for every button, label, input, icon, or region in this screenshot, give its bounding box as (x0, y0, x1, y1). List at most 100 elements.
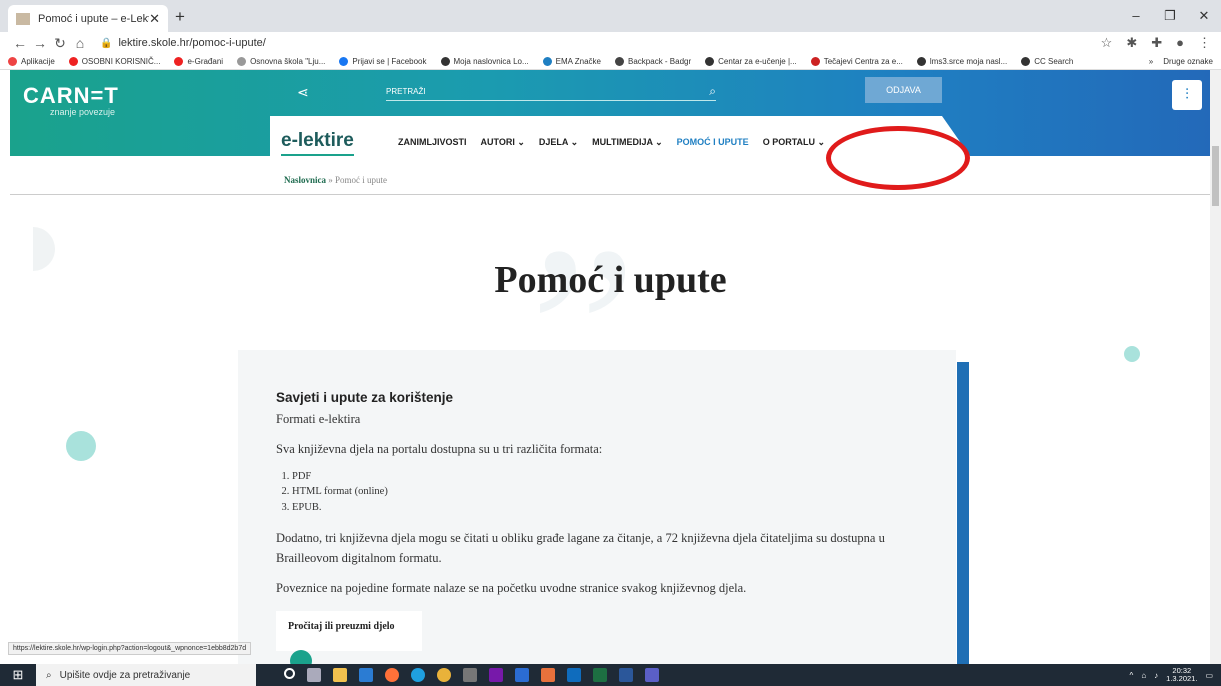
close-tab-icon[interactable]: ✕ (149, 11, 160, 27)
bookmark-item[interactable]: Osnovna škola "Lju... (237, 57, 325, 66)
logout-button[interactable]: ODJAVA (865, 77, 942, 103)
nav-multimedija[interactable]: MULTIMEDIJA ⌄ (592, 137, 663, 148)
home-icon[interactable]: ⌂ (70, 35, 90, 51)
url-field[interactable]: 🔒 lektire.skole.hr/pomoc-i-upute/ (100, 37, 266, 49)
tray-chevron-icon[interactable]: ^ (1130, 671, 1134, 680)
bookmark-label: Backpack - Badgr (628, 57, 692, 66)
bookmark-icon (68, 57, 78, 66)
onenote-icon[interactable] (489, 668, 503, 682)
bookmark-icon (8, 57, 17, 66)
bookmark-item[interactable]: Centar za e-učenje |... (705, 57, 797, 66)
breadcrumb-current: Pomoć i upute (335, 175, 388, 185)
browser-tab-bar: Pomoć i upute – e-Lektire ✕ + – ❐ ✕ (0, 0, 1221, 32)
profile-icon[interactable]: ● (1176, 35, 1184, 51)
taskbar-search-input[interactable]: ⌕ Upišite ovdje za pretraživanje (36, 664, 256, 686)
file-explorer-icon[interactable] (333, 668, 347, 682)
bookmark-item[interactable]: lms3.srce moja nasl... (916, 57, 1008, 66)
favicon-icon (16, 12, 30, 25)
puzzle-icon[interactable]: ✚ (1151, 35, 1162, 51)
bookmark-label: Tečajevi Centra za e... (823, 57, 903, 66)
bookmark-icon (810, 57, 820, 66)
reload-icon[interactable]: ↻ (50, 35, 70, 52)
breadcrumb-home[interactable]: Naslovnica (284, 175, 326, 185)
chrome-icon[interactable] (437, 668, 451, 682)
search-icon: ⌕ (46, 669, 52, 681)
accessibility-settings-icon[interactable]: ⫶ (1172, 80, 1202, 110)
firefox-icon[interactable] (385, 668, 399, 682)
bookmark-item[interactable]: e-Građani (174, 57, 223, 66)
menu-icon[interactable]: ⋮ (1198, 35, 1211, 51)
edge-icon[interactable] (411, 668, 425, 682)
bookmark-label: Osnovna škola "Lju... (250, 57, 326, 66)
e-lektire-logo[interactable]: e-lektire (281, 130, 354, 156)
bookmark-icon (705, 57, 715, 66)
nav-pomoc-i-upute[interactable]: POMOĆ I UPUTE (677, 137, 749, 148)
search-input[interactable]: PRETRAŽI ⌕ (386, 83, 716, 101)
bookmark-item[interactable]: Tečajevi Centra za e... (810, 57, 903, 66)
help-card: Savjeti i upute za korištenje Formati e-… (238, 350, 956, 666)
volume-icon[interactable]: ♪ (1154, 671, 1158, 680)
network-icon[interactable]: ⌂ (1141, 671, 1146, 680)
bookmarks-more[interactable]: » Druge oznake (1149, 57, 1213, 66)
word-icon[interactable] (619, 668, 633, 682)
bookmark-item[interactable]: Prijavi se | Facebook (339, 57, 427, 66)
list-item: EPUB. (292, 500, 926, 516)
teams-icon[interactable] (645, 668, 659, 682)
page-title: Pomoć i upute (494, 259, 727, 301)
back-icon[interactable]: ← (10, 35, 30, 51)
logo-tagline: znanje povezuje (50, 107, 116, 117)
star-icon[interactable]: ☆ (1101, 35, 1113, 51)
list-item: HTML format (online) (292, 484, 926, 500)
chevron-right-icon[interactable]: » (1149, 57, 1153, 66)
maximize-button[interactable]: ❐ (1153, 0, 1187, 32)
bookmark-label: lms3.srce moja nasl... (929, 57, 1008, 66)
windows-taskbar: ⊞ ⌕ Upišite ovdje za pretraživanje ^ ⌂ ♪ … (0, 664, 1221, 686)
taskbar-apps (284, 668, 659, 682)
cortana-icon[interactable] (284, 668, 295, 679)
other-bookmarks[interactable]: Druge oznake (1163, 57, 1213, 66)
task-view-icon[interactable] (307, 668, 321, 682)
bookmark-item[interactable]: Aplikacije (8, 57, 55, 66)
bookmark-item[interactable]: Moja naslovnica Lo... (440, 57, 529, 66)
nav-o-portalu[interactable]: O PORTALU ⌄ (763, 137, 825, 148)
highlight-circle (826, 126, 970, 190)
carnet-logo[interactable]: CARN=T (23, 83, 119, 109)
bookmark-item[interactable]: CC Search (1021, 57, 1073, 66)
minimize-button[interactable]: – (1119, 0, 1153, 32)
main-nav: ZANIMLJIVOSTI AUTORI ⌄ DJELA ⌄ MULTIMEDI… (398, 137, 825, 148)
bookmark-icon (542, 57, 552, 66)
scrollbar-thumb[interactable] (1212, 146, 1219, 206)
mail-icon[interactable] (359, 668, 373, 682)
forward-icon[interactable]: → (30, 35, 50, 51)
breadcrumb-separator: » (326, 175, 336, 185)
new-tab-button[interactable]: + (175, 7, 185, 27)
window-close-button[interactable]: ✕ (1187, 0, 1221, 32)
nav-autori[interactable]: AUTORI ⌄ (481, 137, 525, 148)
scrollbar[interactable] (1210, 70, 1221, 666)
bookmark-label: OSOBNI KORISNIČ... (81, 57, 161, 66)
card-heading: Savjeti i upute za korištenje (276, 390, 454, 405)
share-icon[interactable]: ⋖ (297, 84, 309, 101)
nav-zanimljivosti[interactable]: ZANIMLJIVOSTI (398, 137, 467, 148)
search-icon[interactable]: ⌕ (709, 84, 716, 99)
windows-start-icon[interactable]: ⊞ (0, 667, 36, 683)
tab-title: Pomoć i upute – e-Lektire (38, 12, 149, 25)
bookmark-label: e-Građani (187, 57, 224, 66)
outlook-icon[interactable] (567, 668, 581, 682)
calculator-icon[interactable] (463, 668, 477, 682)
browser-tab[interactable]: Pomoć i upute – e-Lektire ✕ (8, 5, 168, 32)
clock[interactable]: 20:32 1.3.2021. (1166, 666, 1198, 684)
app-icon[interactable] (541, 668, 555, 682)
bookmark-item[interactable]: Backpack - Badgr (615, 57, 691, 66)
card-paragraph: Dodatno, tri književna djela mogu se čit… (276, 530, 885, 565)
excel-icon[interactable] (593, 668, 607, 682)
bookmark-item[interactable]: OSOBNI KORISNIČ... (68, 57, 161, 66)
bookmark-icon (1021, 57, 1031, 66)
bookmark-label: Prijavi se | Facebook (352, 57, 427, 66)
photos-icon[interactable] (515, 668, 529, 682)
clock-date: 1.3.2021. (1166, 674, 1198, 683)
extension-icon[interactable]: ✱ (1126, 35, 1137, 51)
nav-djela[interactable]: DJELA ⌄ (539, 137, 578, 148)
notifications-icon[interactable]: ▭ (1205, 671, 1213, 680)
bookmark-item[interactable]: EMA Značke (542, 57, 601, 66)
